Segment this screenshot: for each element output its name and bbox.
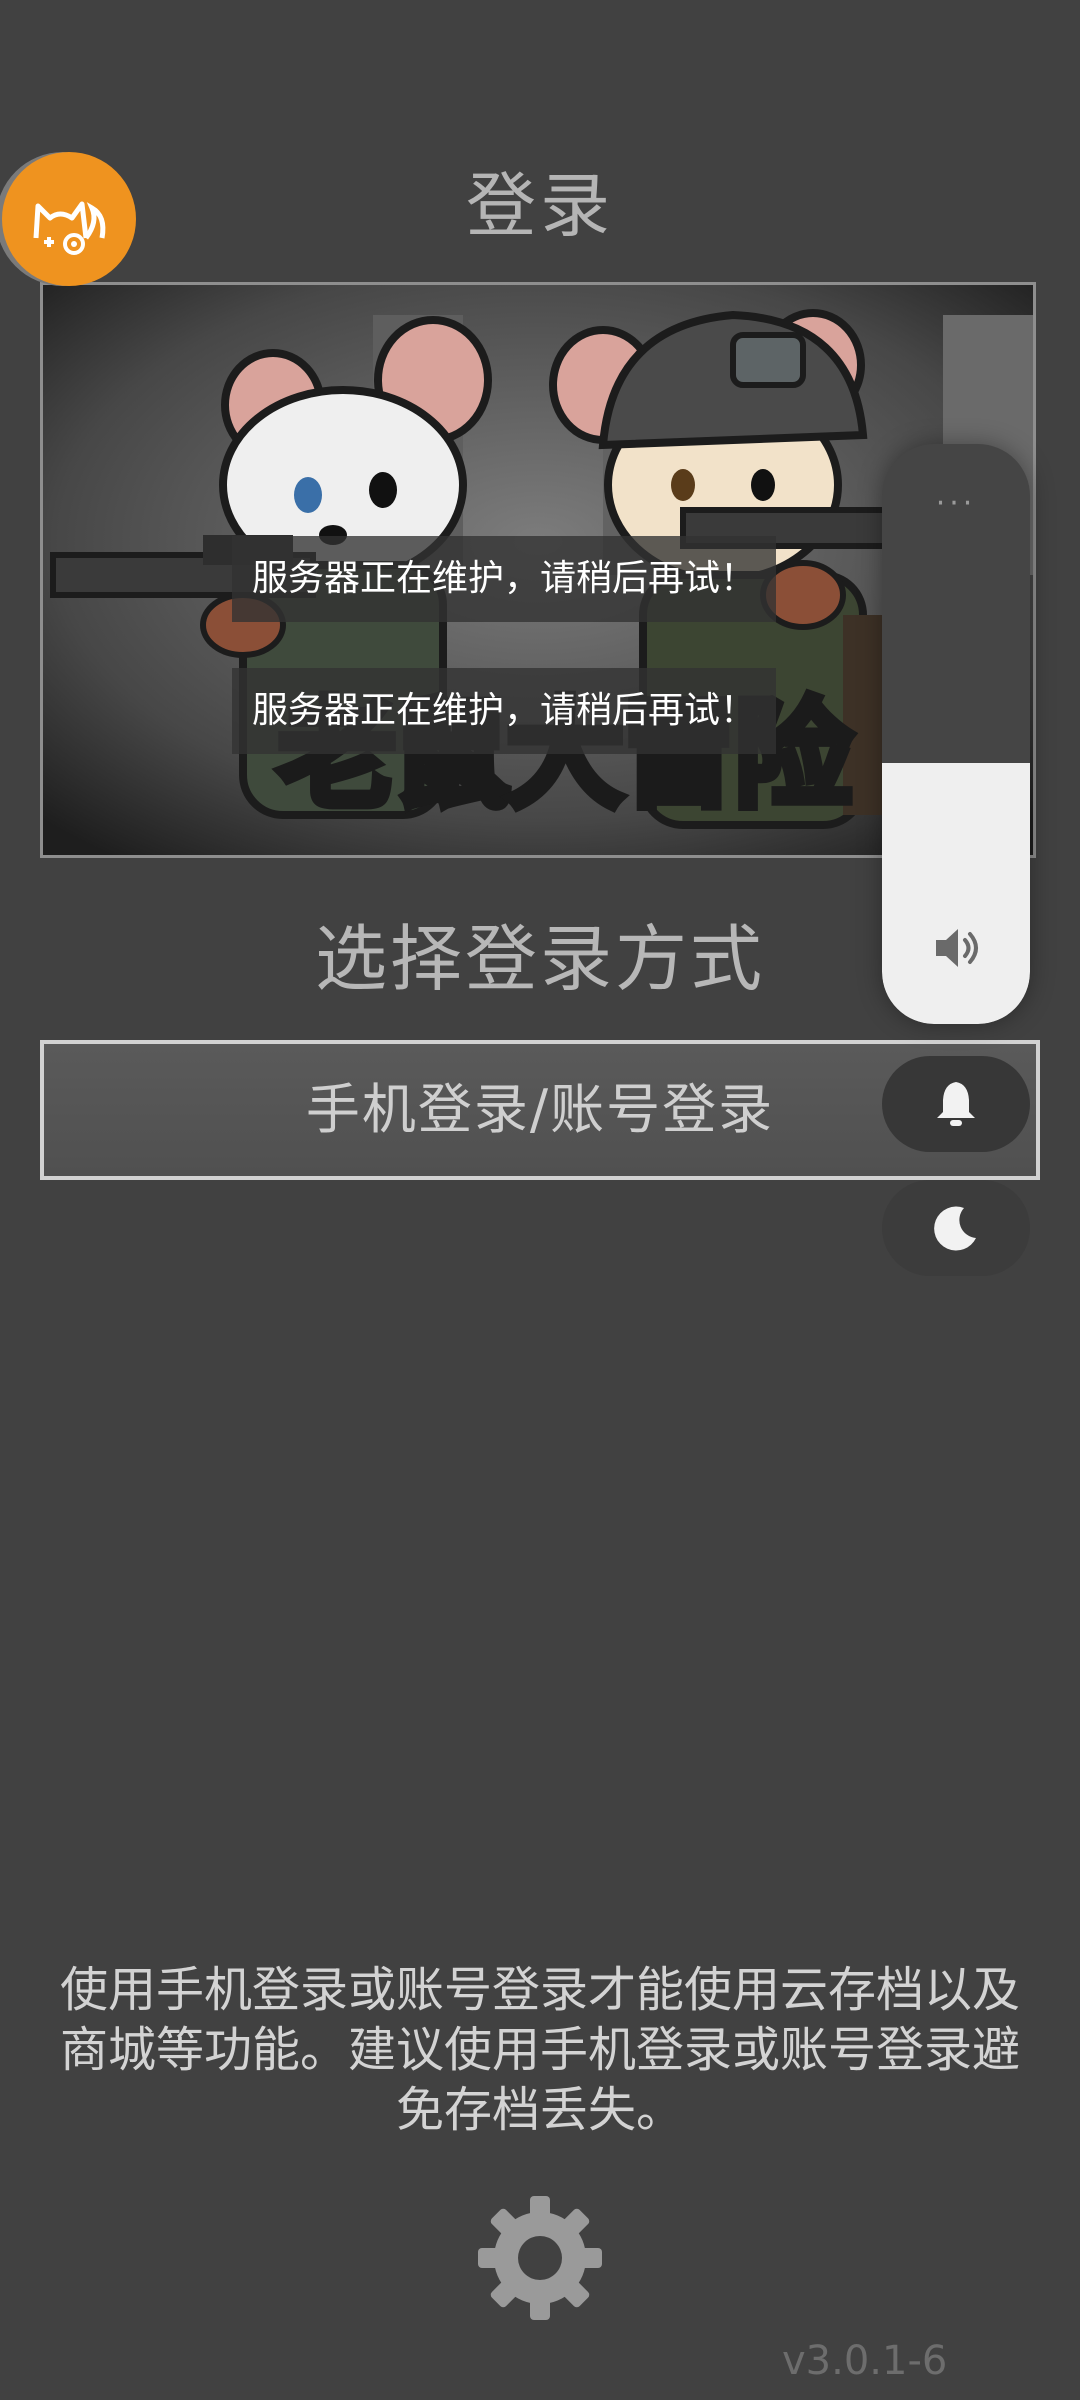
page-title: 登录 xyxy=(466,165,614,247)
moon-icon xyxy=(934,1206,976,1251)
volume-level-fill xyxy=(882,763,1030,1024)
volume-menu-dots[interactable]: ··· xyxy=(882,486,1030,521)
dnd-mode-button[interactable] xyxy=(882,1180,1030,1276)
bell-icon xyxy=(937,1082,975,1126)
maintenance-toast: 服务器正在维护，请稍后再试！ xyxy=(232,536,777,622)
maintenance-toast: 服务器正在维护，请稍后再试！ xyxy=(232,668,777,754)
login-info-text: 使用手机登录或账号登录才能使用云存档以及商城等功能。建议使用手机登录或账号登录避… xyxy=(60,1962,1021,2138)
login-screen: 登录 老鼠大冒险 服务器正在维护，请稍后再试！ 服务器正在维护，请稍后再试！ 选… xyxy=(0,0,1080,2400)
gear-icon[interactable] xyxy=(476,2194,604,2322)
floating-assistant-button[interactable] xyxy=(2,152,136,286)
cat-logo-icon xyxy=(33,201,106,255)
version-label: v3.0.1-6 xyxy=(782,2338,948,2384)
ring-mode-button[interactable] xyxy=(882,1056,1030,1152)
volume-slider[interactable]: ··· xyxy=(882,444,1030,1024)
speaker-icon xyxy=(936,929,978,967)
